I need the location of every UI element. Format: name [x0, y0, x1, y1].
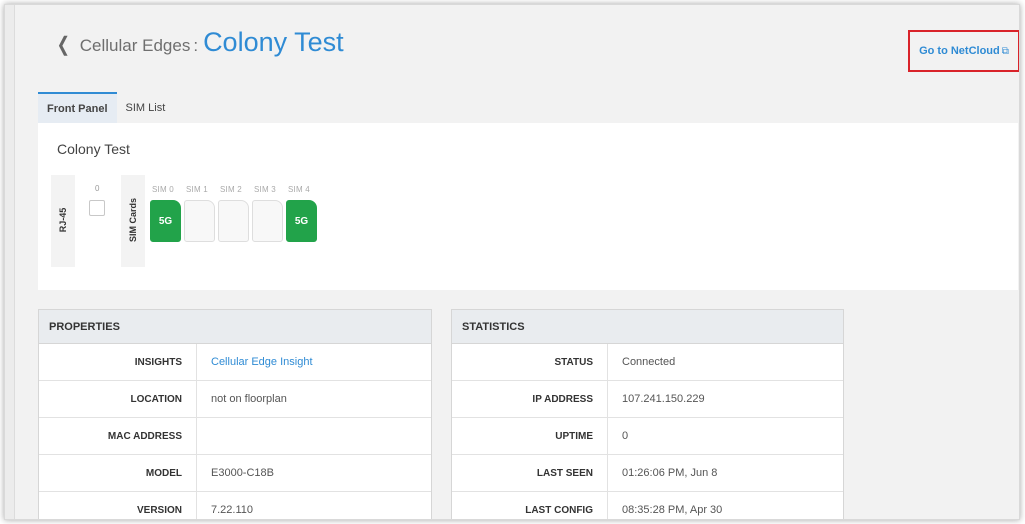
breadcrumb[interactable]: Cellular Edges [80, 36, 191, 56]
statistic-key: IP ADDRESS [452, 381, 608, 417]
statistic-key: LAST SEEN [452, 455, 608, 491]
sim-card-3[interactable] [252, 200, 283, 242]
table-row: INSIGHTS Cellular Edge Insight [39, 344, 431, 381]
netcloud-link-label: Go to NetCloud [919, 45, 1000, 57]
statistics-heading: STATISTICS [452, 310, 843, 344]
table-row: VERSION 7.22.110 [39, 492, 431, 519]
table-row: UPTIME 0 [452, 418, 843, 455]
statistic-value: 08:35:28 PM, Apr 30 [622, 504, 723, 516]
statistic-value: 0 [622, 430, 629, 442]
sim-card-0[interactable]: 5G [150, 200, 181, 242]
go-to-netcloud-link[interactable]: Go to NetCloud ⧉ [908, 30, 1019, 72]
sim-0-label: SIM 0 [152, 185, 174, 194]
statistic-value: 107.241.150.229 [622, 393, 705, 405]
app-window: ❮ Cellular Edges : Colony Test Go to Net… [4, 4, 1020, 520]
insights-link[interactable]: Cellular Edge Insight [197, 344, 313, 380]
rj45-port-0[interactable] [89, 200, 105, 216]
sim-4-label: SIM 4 [288, 185, 310, 194]
statistic-key: UPTIME [452, 418, 608, 454]
port-number: 0 [95, 184, 100, 193]
statistic-key: LAST CONFIG [452, 492, 608, 519]
page-title: Colony Test [203, 27, 344, 57]
property-key: MAC ADDRESS [39, 418, 197, 454]
property-key: INSIGHTS [39, 344, 197, 380]
table-row: LAST SEEN 01:26:06 PM, Jun 8 [452, 455, 843, 492]
table-row: IP ADDRESS 107.241.150.229 [452, 381, 843, 418]
sim-card-2[interactable] [218, 200, 249, 242]
left-edge-bar [5, 5, 15, 519]
table-row: MAC ADDRESS [39, 418, 431, 455]
tab-front-panel[interactable]: Front Panel [38, 92, 117, 123]
chevron-left-icon[interactable]: ❮ [57, 32, 70, 57]
table-row: STATUS Connected [452, 344, 843, 381]
property-value: E3000-C18B [211, 467, 274, 479]
property-value: 7.22.110 [211, 504, 254, 516]
rj45-group: RJ-45 [51, 175, 75, 267]
sim-card-4[interactable]: 5G [286, 200, 317, 242]
breadcrumb-separator: : [193, 36, 199, 55]
property-key: MODEL [39, 455, 197, 491]
statistic-key: STATUS [452, 344, 608, 380]
property-value [197, 418, 211, 454]
sim-3-label: SIM 3 [254, 185, 276, 194]
properties-card: PROPERTIES INSIGHTS Cellular Edge Insigh… [38, 309, 432, 519]
front-panel-title: Colony Test [57, 141, 130, 157]
property-key: LOCATION [39, 381, 197, 417]
sim-1-label: SIM 1 [186, 185, 208, 194]
property-key: VERSION [39, 492, 197, 519]
rj45-label: RJ-45 [58, 207, 68, 233]
sim-cards-group: SIM Cards [121, 175, 145, 267]
statistics-card: STATISTICS STATUS Connected IP ADDRESS 1… [451, 309, 844, 519]
property-value: not on floorplan [211, 393, 287, 405]
statistic-value: Connected [622, 356, 676, 368]
sim-2-label: SIM 2 [220, 185, 242, 194]
front-panel: Colony Test RJ-45 0 SIM Cards SIM 0 SIM … [38, 123, 1018, 290]
sim-card-1[interactable] [184, 200, 215, 242]
sim-cards-label: SIM Cards [128, 198, 138, 243]
table-row: MODEL E3000-C18B [39, 455, 431, 492]
statistic-value: 01:26:06 PM, Jun 8 [622, 467, 718, 479]
table-row: LAST CONFIG 08:35:28 PM, Apr 30 [452, 492, 843, 519]
tab-bar: Front Panel SIM List [38, 92, 174, 123]
table-row: LOCATION not on floorplan [39, 381, 431, 418]
tab-sim-list[interactable]: SIM List [117, 92, 175, 123]
properties-heading: PROPERTIES [39, 310, 431, 344]
external-link-icon: ⧉ [1001, 45, 1009, 57]
page-header: ❮ Cellular Edges : Colony Test [55, 27, 344, 58]
